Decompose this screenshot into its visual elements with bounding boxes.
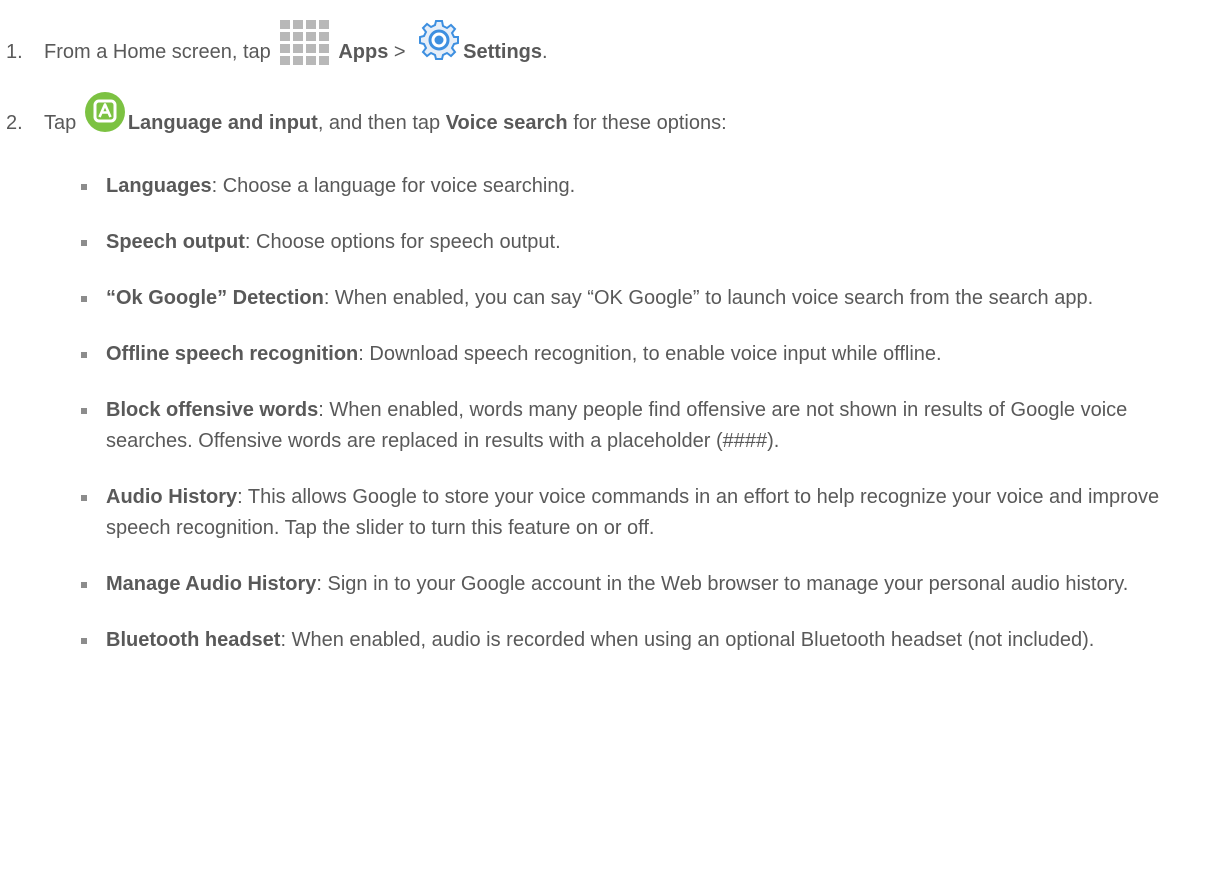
voice-search-label: Voice search bbox=[445, 112, 568, 134]
list-item: “Ok Google” Detection: When enabled, you… bbox=[78, 283, 1178, 314]
option-term: “Ok Google” Detection bbox=[106, 287, 324, 309]
apps-grid-icon bbox=[276, 18, 336, 68]
step-text: Tap bbox=[44, 112, 82, 134]
option-term: Offline speech recognition bbox=[106, 343, 359, 365]
bullet-icon bbox=[81, 495, 87, 501]
option-description: : Download speech recognition, to enable… bbox=[358, 343, 942, 365]
step-end: for these options: bbox=[567, 112, 727, 134]
language-input-icon bbox=[84, 91, 126, 133]
option-term: Manage Audio History bbox=[106, 573, 317, 595]
list-item: Block offensive words: When enabled, wor… bbox=[78, 395, 1178, 457]
step-number: 2. bbox=[6, 112, 23, 134]
separator: > bbox=[388, 41, 412, 63]
list-item: Offline speech recognition: Download spe… bbox=[78, 339, 1178, 370]
bullet-icon bbox=[81, 638, 87, 644]
list-item: Languages: Choose a language for voice s… bbox=[78, 171, 1178, 202]
bullet-icon bbox=[81, 408, 87, 414]
settings-label: Settings bbox=[463, 41, 543, 63]
step-2: 2. Tap Language and input, and then tap V… bbox=[0, 91, 727, 139]
option-description: : When enabled, you can say “OK Google” … bbox=[323, 287, 1094, 309]
list-item: Audio History: This allows Google to sto… bbox=[78, 482, 1178, 544]
option-description: : Sign in to your Google account in the … bbox=[316, 573, 1129, 595]
option-description: : Choose options for speech output. bbox=[244, 231, 561, 253]
option-term: Block offensive words bbox=[106, 399, 319, 421]
option-description: : When enabled, audio is recorded when u… bbox=[280, 629, 1095, 651]
step-1: 1. From a Home screen, tap Apps > Setting… bbox=[0, 18, 548, 68]
step-text: From a Home screen, tap bbox=[44, 41, 277, 63]
option-description: : This allows Google to store your voice… bbox=[106, 486, 1160, 539]
language-input-label: Language and input bbox=[127, 112, 318, 134]
step-end: . bbox=[542, 41, 548, 63]
option-description: : Choose a language for voice searching. bbox=[211, 175, 576, 197]
bullet-icon bbox=[81, 352, 87, 358]
option-term: Audio History bbox=[106, 486, 238, 508]
apps-label: Apps bbox=[338, 41, 389, 63]
bullet-icon bbox=[81, 296, 87, 302]
list-item: Bluetooth headset: When enabled, audio i… bbox=[78, 625, 1178, 656]
bullet-icon bbox=[81, 240, 87, 246]
option-term: Speech output bbox=[106, 231, 245, 253]
list-item: Speech output: Choose options for speech… bbox=[78, 227, 1178, 258]
option-term: Languages bbox=[106, 175, 212, 197]
step-text: , and then tap bbox=[317, 112, 446, 134]
voice-search-options-list: Languages: Choose a language for voice s… bbox=[78, 171, 1178, 656]
option-term: Bluetooth headset bbox=[106, 629, 281, 651]
bullet-icon bbox=[81, 582, 87, 588]
settings-gear-icon bbox=[417, 18, 461, 62]
step-number: 1. bbox=[6, 41, 23, 63]
bullet-icon bbox=[81, 184, 87, 190]
list-item: Manage Audio History: Sign in to your Go… bbox=[78, 569, 1178, 600]
